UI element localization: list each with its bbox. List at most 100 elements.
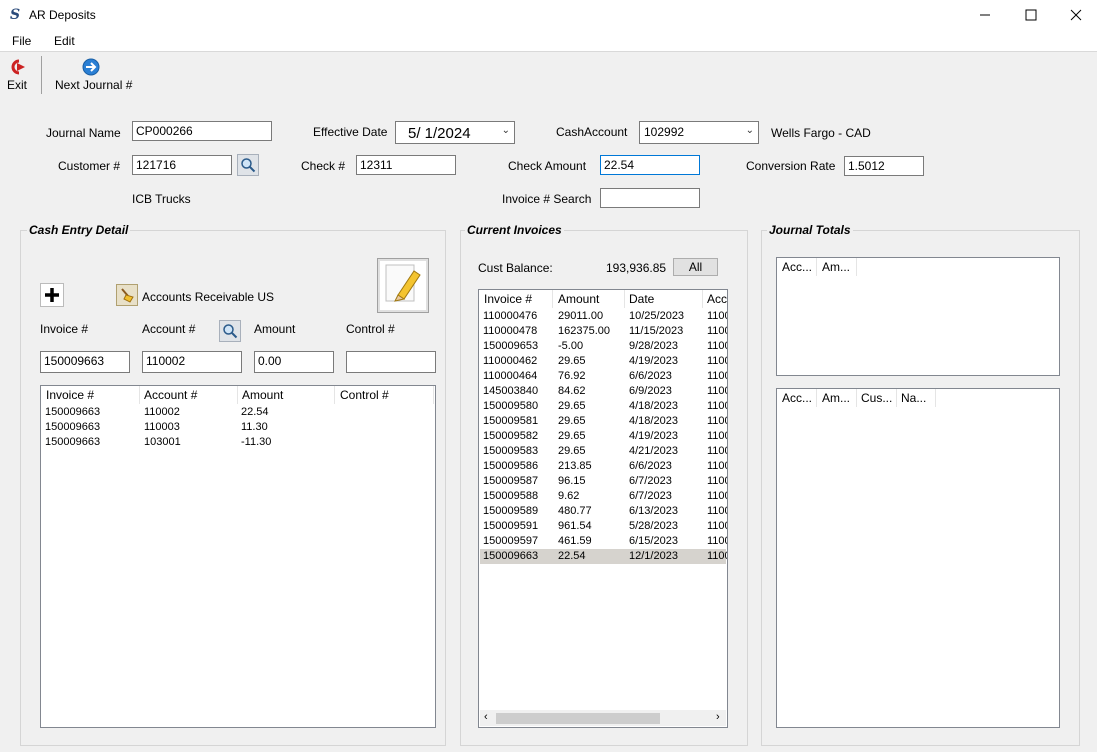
clear-button[interactable]: [116, 284, 138, 306]
cash-account-label: CashAccount: [556, 125, 628, 139]
row-date: 4/21/2023: [629, 445, 678, 457]
row-date: 6/9/2023: [629, 385, 672, 397]
maximize-icon: [1025, 9, 1037, 21]
row-amount: -11.30: [241, 436, 272, 448]
row-invoice: 150009586: [483, 460, 539, 472]
exit-label: Exit: [7, 78, 28, 92]
scroll-left-icon[interactable]: ‹: [484, 711, 488, 723]
conversion-rate-input[interactable]: 1.5012: [844, 156, 924, 176]
row-account: 110002: [144, 406, 180, 418]
row-account: 1100: [707, 475, 727, 487]
edit-entry-button[interactable]: [377, 258, 429, 313]
column-header[interactable]: Am...: [822, 260, 850, 274]
column-header[interactable]: Account #: [144, 388, 197, 402]
row-amount: 84.62: [558, 385, 586, 397]
column-header[interactable]: Invoice #: [484, 292, 532, 306]
row-invoice: 110000478: [483, 325, 538, 337]
column-header[interactable]: Acc...: [782, 260, 812, 274]
plus-icon: [45, 288, 59, 302]
list-header: Invoice # Account # Amount Control #: [41, 386, 435, 404]
column-header[interactable]: Am...: [822, 391, 850, 405]
column-header[interactable]: Invoice #: [46, 388, 94, 402]
check-input[interactable]: 12311: [356, 155, 456, 175]
menu-edit[interactable]: Edit: [54, 34, 75, 48]
row-account: 1100: [707, 370, 727, 382]
app-icon: S: [10, 7, 21, 23]
close-button[interactable]: [1053, 0, 1097, 30]
invoice-list[interactable]: Invoice # Amount Date Acc 110000476 29011…: [478, 289, 728, 728]
all-button[interactable]: All: [673, 258, 718, 276]
scrollbar-thumb[interactable]: [496, 713, 660, 724]
column-header[interactable]: Na...: [901, 391, 926, 405]
check-amount-input[interactable]: 22.54: [600, 155, 700, 175]
row-account: 1100: [707, 430, 727, 442]
close-icon: [1070, 9, 1082, 21]
current-invoices-title: Current Invoices: [465, 223, 564, 237]
row-amount: 29.65: [558, 445, 586, 457]
column-header[interactable]: Control #: [340, 388, 389, 402]
column-header[interactable]: Acc...: [782, 391, 812, 405]
menu-file[interactable]: File: [12, 34, 31, 48]
row-invoice: 150009597: [483, 535, 539, 547]
edit-pencil-icon: [385, 264, 421, 302]
next-arrow-icon: [82, 58, 100, 76]
cust-balance-value: 193,936.85: [606, 261, 667, 275]
row-date: 6/15/2023: [629, 535, 678, 547]
totals-account-list[interactable]: Acc... Am...: [776, 257, 1060, 376]
column-header[interactable]: Acc: [707, 292, 727, 306]
row-amount: 96.15: [558, 475, 586, 487]
row-date: 12/1/2023: [629, 550, 678, 562]
row-date: 5/28/2023: [629, 520, 678, 532]
row-date: 10/25/2023: [629, 310, 685, 322]
broom-icon: [121, 288, 134, 303]
horizontal-scrollbar[interactable]: ‹ ›: [480, 710, 726, 726]
journal-totals-title: Journal Totals: [767, 223, 853, 237]
customer-input[interactable]: 121716: [132, 155, 232, 175]
column-header[interactable]: Cus...: [861, 391, 892, 405]
next-journal-button[interactable]: Next Journal #: [52, 56, 132, 96]
entry-control-input[interactable]: [346, 351, 436, 373]
row-date: 6/6/2023: [629, 370, 672, 382]
list-header: Acc... Am... Cus... Na...: [777, 389, 1059, 407]
row-date: 4/18/2023: [629, 415, 678, 427]
entry-control-label: Control #: [346, 322, 395, 336]
cash-account-name: Wells Fargo - CAD: [771, 126, 871, 140]
column-header[interactable]: Date: [629, 292, 654, 306]
row-date: 6/6/2023: [629, 460, 672, 472]
minimize-icon: [980, 14, 990, 16]
column-header[interactable]: Amount: [242, 388, 283, 402]
toolbar-separator: [41, 56, 42, 94]
row-invoice: 150009588: [483, 490, 539, 502]
journal-name-input[interactable]: CP000266: [132, 121, 272, 141]
account-search-button[interactable]: [219, 320, 241, 342]
row-amount: -5.00: [558, 340, 584, 352]
row-invoice: 110000476: [483, 310, 538, 322]
entry-amount-input[interactable]: 0.00: [254, 351, 334, 373]
journal-name-label: Journal Name: [46, 126, 121, 140]
effective-date-value: 5/ 1/2024: [408, 125, 471, 142]
exit-icon: [11, 59, 25, 75]
effective-date-picker[interactable]: 5/ 1/2024 ⌄: [395, 121, 515, 144]
scroll-right-icon[interactable]: ›: [716, 711, 720, 723]
row-invoice: 150009663: [45, 406, 101, 418]
row-invoice: 150009663: [45, 436, 101, 448]
maximize-button[interactable]: [1008, 0, 1054, 30]
row-amount: 29.65: [558, 415, 586, 427]
search-icon: [241, 158, 256, 173]
totals-customer-list[interactable]: Acc... Am... Cus... Na...: [776, 388, 1060, 728]
entry-invoice-input[interactable]: 150009663: [40, 351, 130, 373]
cash-account-select[interactable]: 102992 ⌄: [639, 121, 759, 144]
row-amount: 22.54: [558, 550, 586, 562]
entry-account-input[interactable]: 110002: [142, 351, 242, 373]
row-amount: 29.65: [558, 400, 586, 412]
check-amount-label: Check Amount: [508, 159, 587, 173]
check-label: Check #: [301, 159, 346, 173]
customer-search-button[interactable]: [237, 154, 259, 176]
cash-entry-list[interactable]: Invoice # Account # Amount Control # 150…: [40, 385, 436, 728]
column-header[interactable]: Amount: [558, 292, 599, 306]
add-entry-button[interactable]: [40, 283, 64, 307]
invoice-search-input[interactable]: [600, 188, 700, 208]
exit-button[interactable]: Exit: [4, 56, 30, 96]
minimize-button[interactable]: [962, 0, 1008, 30]
row-amount: 480.77: [558, 505, 592, 517]
